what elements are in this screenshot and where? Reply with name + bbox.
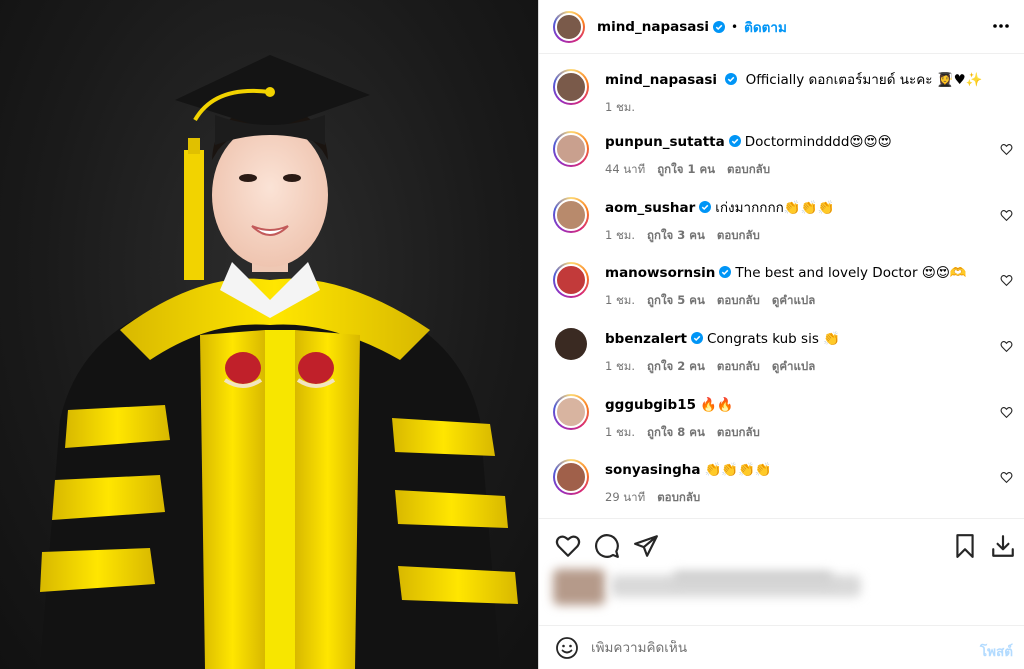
verified-badge-icon (728, 135, 741, 147)
post-comment-button[interactable]: โพสต์ (980, 640, 1013, 662)
heart-icon[interactable] (1000, 406, 1013, 419)
comment-username[interactable]: bbenzalert (605, 331, 687, 347)
post-photo[interactable] (0, 0, 538, 669)
reply-button[interactable]: ตอบกลับ (717, 425, 760, 439)
comment-username[interactable]: gggubgib15 (605, 397, 696, 413)
comments-list[interactable]: mind_napasasi Officially ดอกเตอร์มายด์ น… (539, 55, 1024, 517)
reply-button[interactable]: ตอบกลับ (717, 293, 760, 307)
comment-text: The best and lovely Doctor 😍😍🫶 (735, 265, 967, 281)
heart-icon[interactable] (555, 533, 581, 559)
author-username[interactable]: mind_napasasi (597, 19, 709, 35)
post-sidebar: mind_napasasi • ติดตาม mind_napasasi Off… (538, 0, 1024, 669)
comment-text: Congrats kub sis 👏 (706, 331, 840, 347)
comment-time: 1 ชม. (605, 425, 636, 439)
graduate-portrait-image (40, 55, 518, 669)
comment-username[interactable]: sonyasingha (605, 462, 701, 478)
heart-icon[interactable] (1000, 143, 1013, 156)
avatar[interactable] (555, 328, 587, 360)
comment-likes-count[interactable]: ถูกใจ 3 คน (647, 228, 705, 242)
follow-button[interactable]: ติดตาม (744, 16, 787, 38)
bookmark-icon[interactable] (952, 533, 978, 559)
avatar[interactable] (553, 131, 589, 167)
crest-right (296, 352, 336, 388)
comment-likes-count[interactable]: ถูกใจ 8 คน (647, 425, 705, 439)
verified-badge-icon (719, 266, 732, 278)
comment-username[interactable]: punpun_sutatta (605, 134, 725, 150)
author-avatar[interactable] (553, 10, 585, 43)
heart-icon[interactable] (1000, 274, 1013, 287)
heart-icon[interactable] (1000, 209, 1013, 222)
add-comment-bar: โพสต์ (539, 625, 1024, 669)
comment-time: 44 นาที (605, 162, 646, 176)
comment-time: 1 ชม. (605, 228, 636, 242)
avatar[interactable] (553, 459, 589, 495)
comment-text: เก่งมากกกก👏👏👏 (715, 200, 835, 216)
comment-time: 1 ชม. (605, 359, 636, 373)
reply-button[interactable]: ตอบกลับ (727, 162, 770, 176)
download-icon[interactable] (990, 533, 1016, 559)
verified-badge-icon (725, 73, 738, 85)
share-icon[interactable] (633, 533, 659, 559)
comment-text: 👏👏👏👏 (704, 462, 772, 478)
comment-time: 29 นาที (605, 490, 646, 504)
verified-badge-icon (690, 332, 703, 344)
crest-left (223, 352, 263, 388)
comment-input[interactable] (591, 639, 951, 656)
liked-by-summary[interactable] (553, 567, 873, 607)
comment-likes-count[interactable]: ถูกใจ 2 คน (647, 359, 705, 373)
comment-text: 🔥🔥 (700, 397, 734, 413)
translate-button[interactable]: ดูคำแปล (772, 293, 815, 307)
caption-time: 1 ชม. (605, 100, 636, 114)
heart-icon[interactable] (1000, 471, 1013, 484)
heart-icon[interactable] (1000, 340, 1013, 353)
avatar[interactable] (553, 197, 589, 233)
caption-username[interactable]: mind_napasasi (605, 72, 717, 88)
avatar[interactable] (553, 262, 589, 298)
avatar[interactable] (553, 69, 589, 105)
avatar[interactable] (553, 394, 589, 430)
comment-icon[interactable] (594, 533, 620, 559)
separator-dot: • (731, 19, 739, 34)
reply-button[interactable]: ตอบกลับ (657, 490, 700, 504)
translate-button[interactable]: ดูคำแปล (772, 359, 815, 373)
caption-text: Officially ดอกเตอร์มายด์ นะคะ 👩‍🎓♥✨ (745, 72, 983, 88)
comment-likes-count[interactable]: ถูกใจ 5 คน (647, 293, 705, 307)
reply-button[interactable]: ตอบกลับ (717, 228, 760, 242)
comment-username[interactable]: manowsornsin (605, 265, 715, 281)
emoji-icon[interactable] (555, 636, 579, 660)
comment-username[interactable]: aom_sushar (605, 200, 695, 216)
more-options-icon[interactable] (991, 18, 1011, 34)
verified-badge-icon (699, 201, 712, 213)
post-header: mind_napasasi • ติดตาม (539, 0, 1024, 54)
comment-likes-count[interactable]: ถูกใจ 1 คน (657, 162, 715, 176)
comment-text: Doctormindddd😍😍😍 (744, 134, 892, 150)
reply-button[interactable]: ตอบกลับ (717, 359, 760, 373)
comment-time: 1 ชม. (605, 293, 636, 307)
verified-badge-icon (713, 20, 726, 33)
